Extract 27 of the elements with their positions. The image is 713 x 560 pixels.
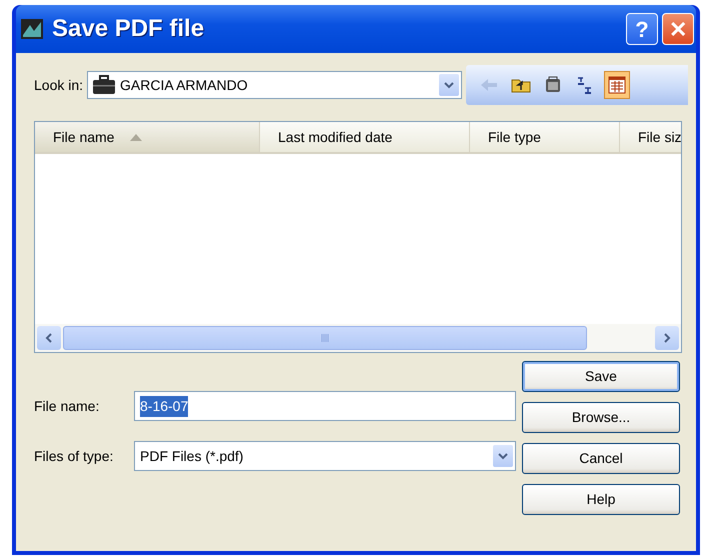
column-header[interactable]: File type	[470, 122, 620, 152]
file-name-label: File name:	[34, 396, 100, 416]
window-title: Save PDF file	[52, 14, 206, 44]
look-in-dropdown[interactable]: GARCIA ARMANDO	[87, 71, 462, 99]
details-view-icon	[607, 75, 628, 95]
file-type-label: Files of type:	[34, 446, 114, 466]
grip-icon	[321, 334, 329, 342]
app-icon	[20, 17, 44, 41]
scroll-thumb[interactable]	[63, 326, 587, 350]
look-in-label: Look in:	[34, 76, 84, 94]
briefcase-icon	[92, 75, 116, 95]
file-name-field[interactable]: 8-16-07	[134, 391, 516, 421]
help-button[interactable]: ?	[626, 13, 658, 45]
scroll-left-icon[interactable]	[45, 333, 53, 343]
horizontal-scrollbar[interactable]	[35, 324, 681, 352]
column-header[interactable]: Last modified date	[260, 122, 470, 152]
details-view-button[interactable]	[604, 71, 630, 99]
file-type-dropdown[interactable]: PDF Files (*.pdf)	[134, 441, 516, 471]
sort-ascending-icon	[130, 134, 142, 140]
column-header[interactable]: File name	[35, 122, 260, 152]
dialog-button[interactable]: Cancel	[522, 443, 680, 474]
scroll-right-icon[interactable]	[663, 333, 671, 343]
dialog-button[interactable]: Help	[522, 484, 680, 515]
column-header[interactable]: File siz	[620, 122, 681, 152]
dialog-button[interactable]: Browse...	[522, 402, 680, 433]
file-list[interactable]: File name Last modified date File type File siz	[34, 121, 682, 353]
dialog-button[interactable]: Save	[522, 361, 680, 392]
